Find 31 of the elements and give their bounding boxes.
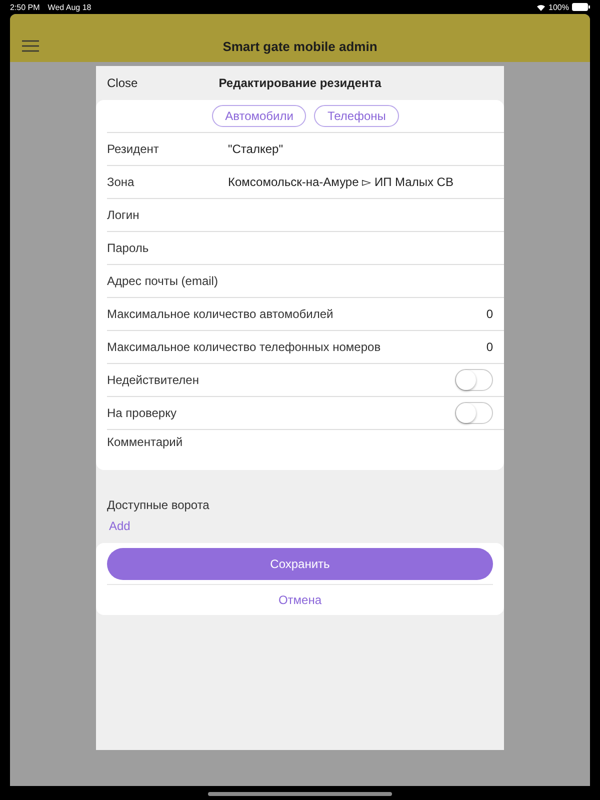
dialog-title: Редактирование резидента xyxy=(218,76,382,90)
add-link[interactable]: Add xyxy=(107,519,130,533)
app-title: Smart gate mobile admin xyxy=(222,39,378,54)
field-label: На проверку xyxy=(107,406,176,420)
field-label: Резидент xyxy=(107,142,160,156)
save-button[interactable]: Сохранить xyxy=(107,548,493,580)
field-label: Максимальное количество телефонных номеров xyxy=(107,340,381,354)
tab[interactable]: Автомобили xyxy=(212,105,306,127)
status-time: 2:50 PM xyxy=(10,2,40,12)
field-label: Максимальное количество автомобилей xyxy=(107,307,334,321)
field-value: 0 xyxy=(486,307,493,321)
toggle-switch[interactable] xyxy=(455,369,493,391)
tab[interactable]: Телефоны xyxy=(314,105,399,127)
field-value: "Сталкер" xyxy=(228,142,283,156)
field-label: Недействителен xyxy=(107,373,199,387)
battery-percent: 100% xyxy=(548,2,569,12)
field-label: Пароль xyxy=(107,241,150,255)
gates-label: Доступные ворота xyxy=(107,498,210,512)
battery-icon xyxy=(572,3,590,11)
field-value: Комсомольск-на-Амуре ▻ ИП Малых СВ xyxy=(228,175,454,189)
field-label: Зона xyxy=(107,175,136,189)
wifi-icon xyxy=(536,3,546,11)
toggle-switch[interactable] xyxy=(455,402,493,424)
menu-icon[interactable] xyxy=(22,40,39,52)
field-value: 0 xyxy=(486,340,493,354)
cancel-button[interactable]: Отмена xyxy=(272,585,328,615)
field-label: Логин xyxy=(107,208,140,222)
close-button[interactable]: Close xyxy=(107,76,138,90)
field-label: Адрес почты (email) xyxy=(107,274,219,288)
status-date: Wed Aug 18 xyxy=(48,2,92,12)
field-label: Комментарий xyxy=(107,435,183,449)
